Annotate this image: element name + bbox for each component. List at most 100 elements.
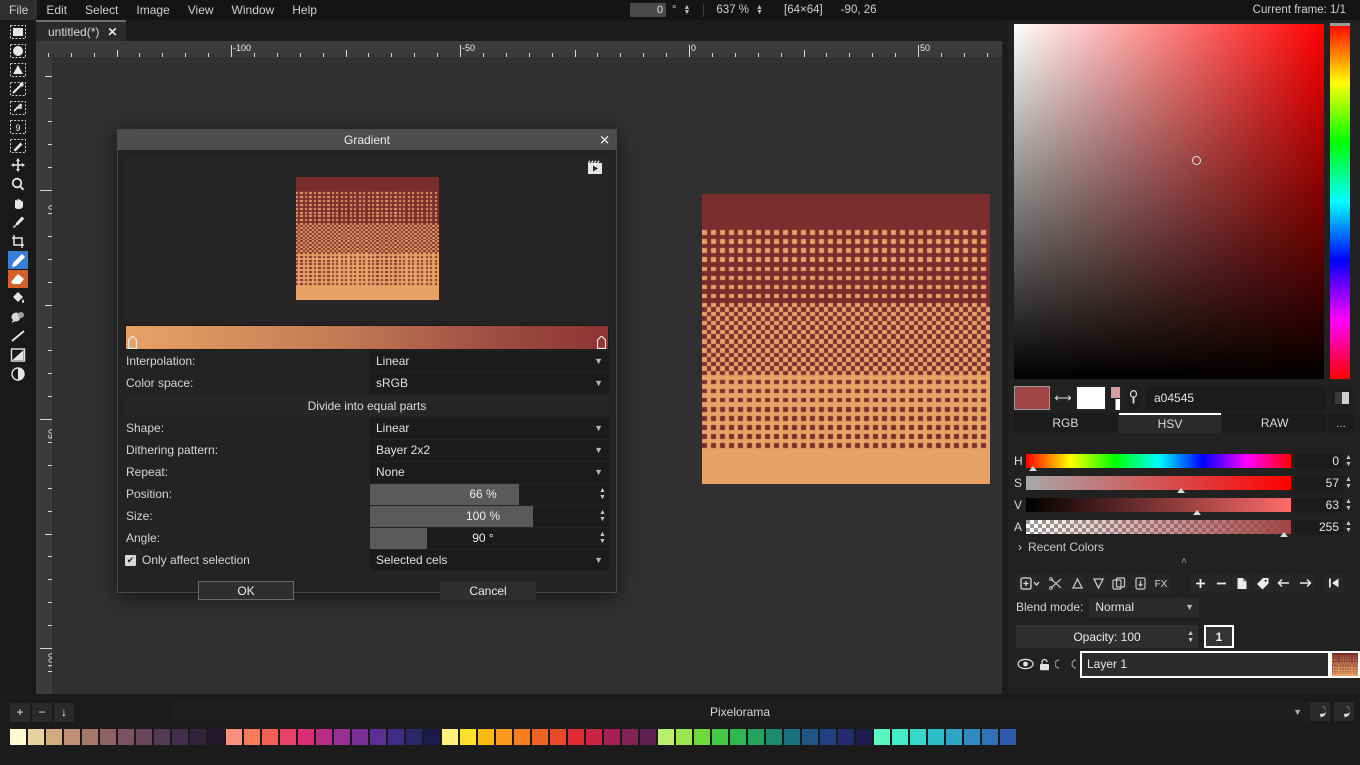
palette-swatch[interactable]	[586, 729, 602, 745]
opacity-slider[interactable]: Opacity: 100 ▲▼	[1016, 625, 1198, 648]
menu-help[interactable]: Help	[283, 0, 326, 20]
rectangle-tool[interactable]	[5, 346, 31, 364]
color-options-icon[interactable]	[1330, 386, 1354, 410]
add-frame-icon[interactable]	[1190, 574, 1210, 593]
delete-layer-icon[interactable]	[1046, 574, 1066, 593]
saturation-value-picker[interactable]	[1014, 24, 1324, 379]
palette-swatch[interactable]	[370, 729, 386, 745]
palette-swatch[interactable]	[532, 729, 548, 745]
select-by-color-tool[interactable]: 9	[5, 118, 31, 136]
go-to-first-frame-icon[interactable]	[1324, 574, 1344, 593]
tab-raw[interactable]: RAW	[1223, 413, 1326, 433]
remove-frame-icon[interactable]	[1211, 574, 1231, 593]
import-palette-icon[interactable]: ↓	[54, 703, 74, 722]
palette-swatch[interactable]	[82, 729, 98, 745]
alpha-stepper[interactable]: ▲▼	[1343, 520, 1354, 534]
pencil-select-tool[interactable]	[5, 137, 31, 155]
saturation-value[interactable]: 57	[1295, 476, 1343, 491]
palette-swatch[interactable]	[496, 729, 512, 745]
palette-swatch[interactable]	[298, 729, 314, 745]
close-icon[interactable]: ✕	[107, 25, 117, 39]
duplicate-layer-icon[interactable]	[1109, 574, 1129, 593]
palette-swatch[interactable]	[946, 729, 962, 745]
tab-more[interactable]: ...	[1328, 413, 1354, 433]
effects-fx-icon[interactable]: FX	[1151, 574, 1171, 593]
zoom-stepper[interactable]: ▲▼	[755, 3, 764, 17]
layer-name-input[interactable]: Layer 1	[1080, 651, 1330, 678]
palette-swatch[interactable]	[460, 729, 476, 745]
palette-swatch[interactable]	[46, 729, 62, 745]
hue-slider[interactable]	[1330, 24, 1350, 379]
primary-color-swatch[interactable]	[1014, 386, 1050, 410]
palette-swatch[interactable]	[478, 729, 494, 745]
position-slider[interactable]: 66 %	[370, 484, 596, 505]
edit-palette-icon[interactable]	[1310, 702, 1330, 721]
move-layer-up-icon[interactable]	[1067, 574, 1087, 593]
swap-colors-icon[interactable]: ⟷	[1055, 391, 1071, 405]
palette-swatch[interactable]	[100, 729, 116, 745]
palette-swatch[interactable]	[856, 729, 872, 745]
layer-visibility-icon[interactable]	[1016, 658, 1035, 670]
copy-frame-icon[interactable]	[1232, 574, 1252, 593]
palette-swatch[interactable]	[874, 729, 890, 745]
merge-layer-icon[interactable]	[1130, 574, 1150, 593]
hue-value[interactable]: 0	[1295, 454, 1343, 469]
saturation-stepper[interactable]: ▲▼	[1343, 476, 1354, 490]
magic-wand-tool[interactable]	[5, 99, 31, 117]
bucket-fill-tool[interactable]	[5, 289, 31, 307]
palette-swatch[interactable]	[136, 729, 152, 745]
palette-swatch[interactable]	[550, 729, 566, 745]
move-layer-down-icon[interactable]	[1088, 574, 1108, 593]
crop-tool[interactable]	[5, 232, 31, 250]
zoom-tool[interactable]	[5, 175, 31, 193]
palette-swatch[interactable]	[910, 729, 926, 745]
cels-select[interactable]: Selected cels ▼	[370, 550, 609, 571]
palette-swatch[interactable]	[964, 729, 980, 745]
palette-swatch[interactable]	[694, 729, 710, 745]
palette-swatch[interactable]	[262, 729, 278, 745]
palette-swatch[interactable]	[190, 729, 206, 745]
polygon-select-tool[interactable]	[5, 61, 31, 79]
palette-swatch[interactable]	[640, 729, 656, 745]
alpha-value[interactable]: 255	[1295, 520, 1343, 535]
remove-palette-icon[interactable]: −	[32, 703, 52, 722]
pencil-tool[interactable]	[5, 251, 31, 269]
palette-swatch[interactable]	[316, 729, 332, 745]
frame-1-cell[interactable]: 1	[1204, 625, 1234, 648]
value-channel-slider[interactable]	[1026, 498, 1291, 512]
value-value[interactable]: 63	[1295, 498, 1343, 513]
opacity-stepper[interactable]: ▲▼	[1187, 630, 1194, 644]
palette-swatch[interactable]	[10, 729, 26, 745]
new-palette-icon[interactable]	[1334, 702, 1354, 721]
gradient-handle-end[interactable]	[597, 336, 606, 349]
layer-thumbnail[interactable]	[1330, 651, 1360, 678]
layer-lock-icon[interactable]	[1035, 658, 1054, 671]
hue-stepper[interactable]: ▲▼	[1343, 454, 1354, 468]
animate-preview-icon[interactable]	[587, 160, 603, 178]
color-picker-tool[interactable]	[5, 213, 31, 231]
dialog-titlebar[interactable]: Gradient ✕	[118, 130, 616, 150]
tab-rgb[interactable]: RGB	[1014, 413, 1117, 433]
close-icon[interactable]: ✕	[599, 134, 610, 147]
palette-swatch[interactable]	[1000, 729, 1016, 745]
angle-stepper[interactable]: ▲▼	[596, 528, 609, 549]
palette-swatch[interactable]	[784, 729, 800, 745]
palette-swatch[interactable]	[820, 729, 836, 745]
menu-view[interactable]: View	[179, 0, 223, 20]
palette-swatch[interactable]	[226, 729, 242, 745]
ellipse-select-tool[interactable]	[5, 42, 31, 60]
lasso-select-tool[interactable]	[5, 80, 31, 98]
palette-swatch[interactable]	[928, 729, 944, 745]
tab-untitled[interactable]: untitled(*) ✕	[36, 20, 126, 41]
palette-swatch[interactable]	[352, 729, 368, 745]
frame-tag-icon[interactable]	[1253, 574, 1273, 593]
ok-button[interactable]: OK	[198, 581, 294, 600]
interpolation-select[interactable]: Linear ▼	[370, 351, 609, 372]
palette-swatch[interactable]	[892, 729, 908, 745]
palette-swatch[interactable]	[118, 729, 134, 745]
only-affect-selection-checkbox[interactable]: ✔ Only affect selection	[125, 553, 370, 567]
ellipse-tool[interactable]	[5, 365, 31, 383]
layer-clip-icon[interactable]	[1067, 658, 1080, 670]
move-tool[interactable]	[5, 156, 31, 174]
move-frame-left-icon[interactable]	[1274, 574, 1294, 593]
